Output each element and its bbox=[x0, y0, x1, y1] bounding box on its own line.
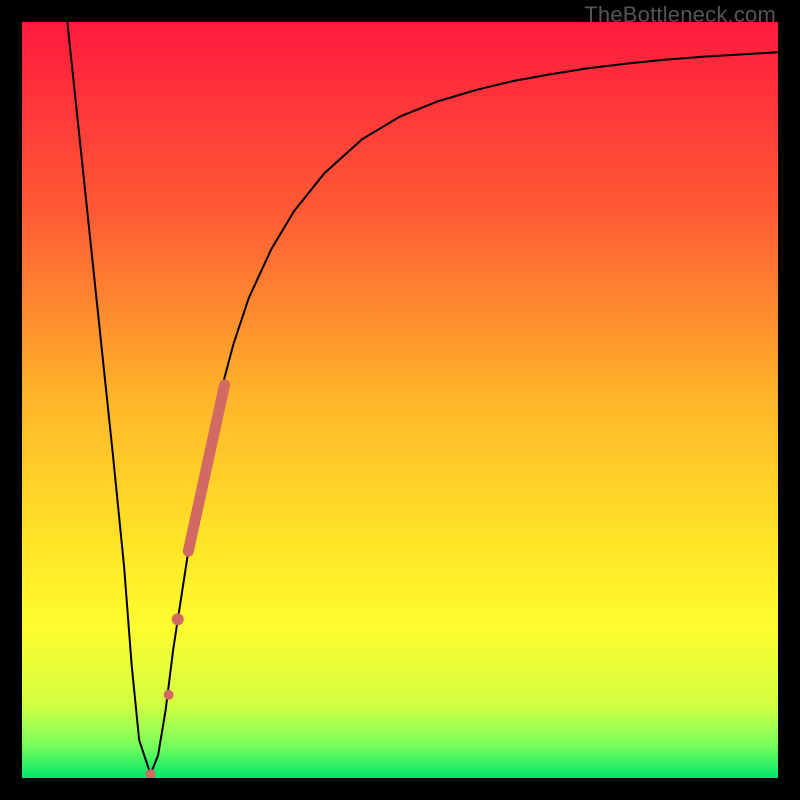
plot-area bbox=[22, 22, 778, 778]
highlight-dot-lower bbox=[172, 613, 184, 625]
chart-svg bbox=[22, 22, 778, 778]
gradient-background bbox=[22, 22, 778, 778]
chart-frame: TheBottleneck.com bbox=[0, 0, 800, 800]
highlight-dot-upper bbox=[164, 690, 174, 700]
watermark-text: TheBottleneck.com bbox=[584, 2, 776, 28]
